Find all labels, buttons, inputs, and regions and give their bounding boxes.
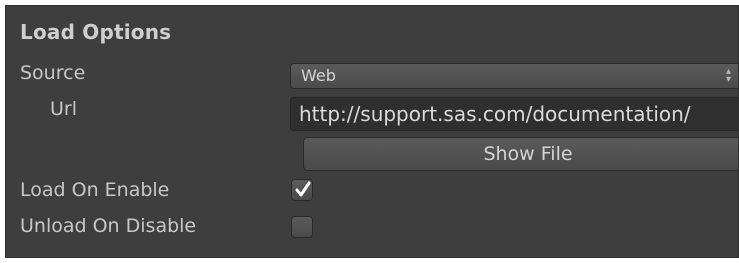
load-on-enable-label: Load On Enable xyxy=(20,179,170,201)
source-dropdown-value: Web xyxy=(301,66,336,85)
load-options-panel: Load Options Source Web ▴ ▾ Url http://su… xyxy=(5,5,739,258)
checkmark-icon xyxy=(295,181,311,197)
unload-on-disable-checkbox[interactable] xyxy=(291,216,313,238)
unload-on-disable-label: Unload On Disable xyxy=(20,215,197,237)
updown-arrows-icon: ▴ ▾ xyxy=(725,66,731,85)
load-on-enable-checkbox[interactable] xyxy=(291,179,313,201)
url-label: Url xyxy=(50,98,77,120)
show-file-button[interactable]: Show File xyxy=(303,137,738,171)
url-input[interactable]: http://support.sas.com/documentation/ xyxy=(290,97,738,131)
source-dropdown[interactable]: Web ▴ ▾ xyxy=(290,63,738,89)
source-label: Source xyxy=(20,62,86,84)
section-header: Load Options xyxy=(20,20,172,44)
